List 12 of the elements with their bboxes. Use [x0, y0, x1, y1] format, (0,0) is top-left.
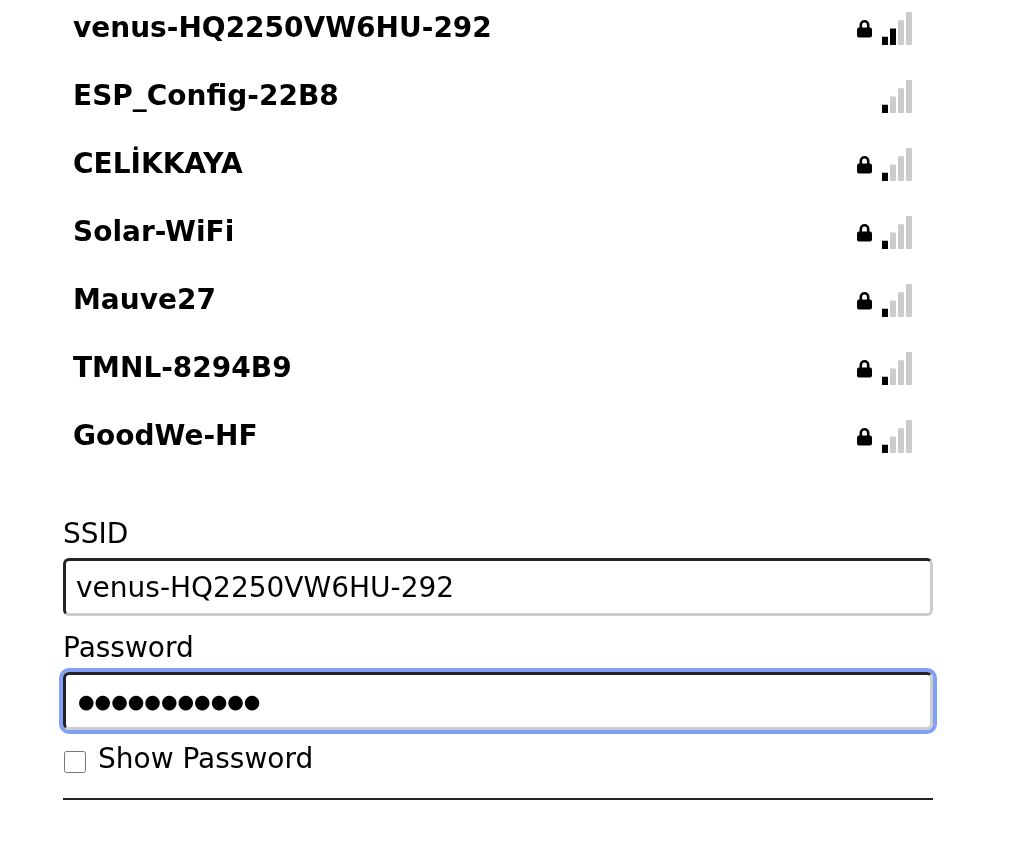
field-label: SSID: [63, 516, 130, 552]
checkbox-label[interactable]: Show Password: [98, 738, 314, 780]
network-name[interactable]: GoodWe-HF: [73, 415, 856, 457]
network-name[interactable]: venus-HQ2250VW6HU-292: [73, 7, 856, 49]
network-name[interactable]: ESP_Config-22B8: [73, 75, 856, 117]
network-name[interactable]: Solar-WiFi: [73, 211, 856, 253]
ssid-field[interactable]: venus-HQ2250VW6HU-292: [63, 558, 933, 616]
network-name[interactable]: CELİKKAYA: [73, 143, 856, 185]
network-name[interactable]: TMNL-8294B9: [73, 347, 856, 389]
field-label: Password: [63, 630, 195, 666]
network-name[interactable]: Mauve27: [73, 279, 856, 321]
show-password-checkbox[interactable]: [64, 751, 86, 773]
